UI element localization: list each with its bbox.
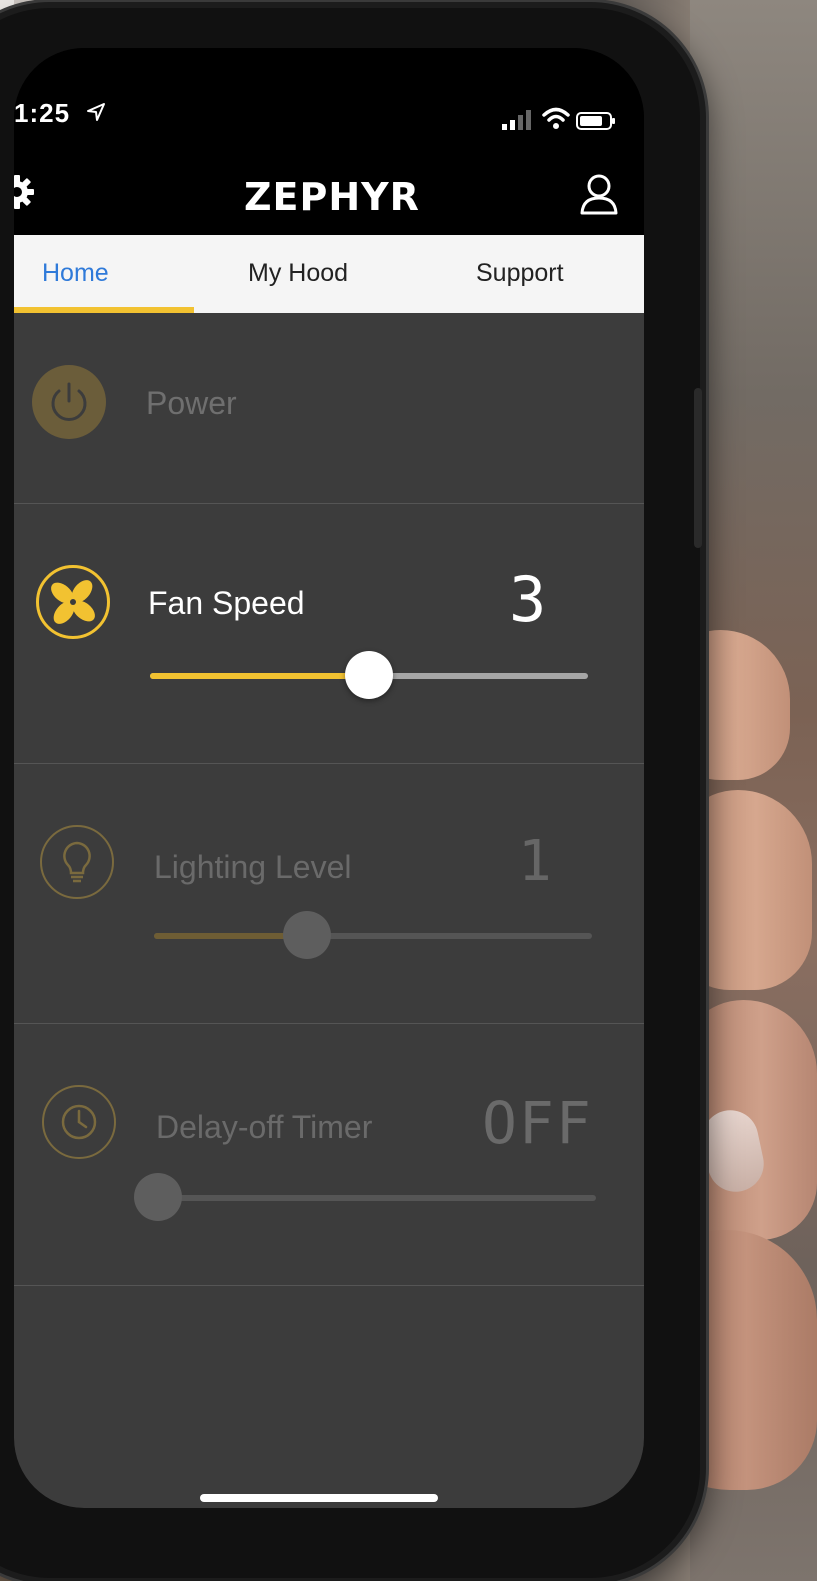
app-header: ZEPHYR <box>14 153 644 235</box>
delay-off-timer-label: Delay-off Timer <box>156 1109 373 1145</box>
fan-speed-label: Fan Speed <box>148 585 305 621</box>
power-icon <box>51 382 87 421</box>
lighting-level-row: Lighting Level 1 <box>14 763 644 1024</box>
lightbulb-icon <box>63 841 91 883</box>
fan-speed-track-fill <box>150 673 369 679</box>
controls-panel: Power Fan Speed 3 Lighting Level 1 Delay… <box>14 313 644 1508</box>
cellular-signal-icon <box>502 110 531 130</box>
fan-speed-row: Fan Speed 3 <box>14 503 644 764</box>
tab-bar: Home My Hood Support <box>14 235 644 313</box>
status-bar: 1:25 <box>14 48 644 158</box>
home-indicator[interactable] <box>200 1494 438 1502</box>
zephyr-logo: ZEPHYR <box>244 175 420 219</box>
phone-frame: 1:25 ZEPHYR Home My Hood Support Power F… <box>0 8 700 1578</box>
delay-off-timer-slider-thumb[interactable] <box>134 1173 182 1221</box>
power-button[interactable] <box>32 365 106 439</box>
fan-speed-value: 3 <box>509 563 547 636</box>
status-time: 1:25 <box>14 98 71 128</box>
phone-side-button <box>694 388 702 548</box>
power-row: Power <box>14 313 644 504</box>
fan-speed-slider-thumb[interactable] <box>345 651 393 699</box>
delay-off-timer-row: Delay-off Timer OFF <box>14 1023 644 1286</box>
lighting-level-value: 1 <box>518 829 552 894</box>
photo-scene: 1:25 ZEPHYR Home My Hood Support Power F… <box>0 0 817 1581</box>
clock-icon-badge <box>42 1085 116 1159</box>
battery-icon <box>576 112 615 130</box>
gear-icon[interactable] <box>14 175 34 209</box>
tab-support[interactable]: Support <box>476 235 564 313</box>
delay-off-timer-value: OFF <box>482 1089 593 1157</box>
wifi-icon <box>542 107 570 129</box>
user-icon[interactable] <box>579 173 619 217</box>
clock-icon <box>61 1104 97 1140</box>
power-label: Power <box>146 385 237 421</box>
tab-home[interactable]: Home <box>42 235 109 313</box>
delay-off-timer-track[interactable] <box>158 1195 596 1201</box>
fan-icon <box>51 580 95 624</box>
tab-my-hood[interactable]: My Hood <box>248 235 348 313</box>
lighting-level-slider-thumb[interactable] <box>283 911 332 959</box>
lightbulb-icon-badge <box>40 825 114 899</box>
location-arrow-icon <box>87 103 105 121</box>
lighting-level-label: Lighting Level <box>154 849 352 885</box>
fan-icon-badge <box>36 565 110 639</box>
phone-screen: 1:25 ZEPHYR Home My Hood Support Power F… <box>14 48 644 1508</box>
